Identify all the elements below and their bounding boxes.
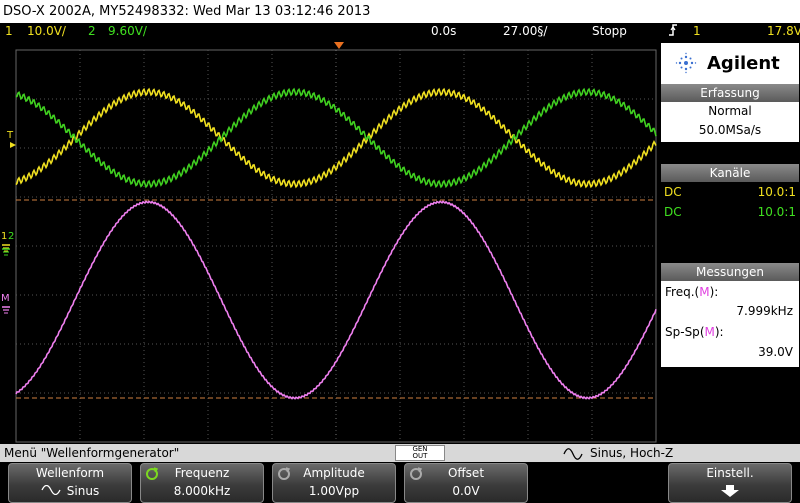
trigger-level-marker[interactable]: T xyxy=(7,130,13,141)
info-panel: Agilent Erfassung Normal 50.0MSa/s Kanäl… xyxy=(660,40,800,444)
arrow-down-icon xyxy=(720,485,740,501)
gen-status: Sinus, Hoch-Z xyxy=(590,446,674,460)
softkey-settings[interactable]: Einstell. xyxy=(668,463,792,503)
window-title: DSO-X 2002A, MY52498332: Wed Mar 13 03:1… xyxy=(3,4,371,19)
softkey-amplitude[interactable]: Amplitude 1.00Vpp xyxy=(272,463,396,503)
trigger-position-marker[interactable] xyxy=(334,42,344,49)
gen-out-indicator[interactable]: GEN OUT xyxy=(395,445,445,461)
ch1-scale[interactable]: 10.0V/ xyxy=(27,23,66,40)
graticule xyxy=(15,49,657,443)
trigger-source[interactable]: 1 xyxy=(693,23,701,40)
meas-freq-value: 7.999kHz xyxy=(736,304,793,318)
ch2-ground-icon xyxy=(2,248,10,256)
sine-wave-icon xyxy=(41,484,61,499)
softkey-frequency[interactable]: Frequenz 8.000kHz xyxy=(140,463,264,503)
ch1-number[interactable]: 1 xyxy=(5,23,13,40)
acquisition-mode: Normal xyxy=(708,104,752,118)
ch1-probe: 10.0:1 xyxy=(757,185,796,199)
meas-pkpk-label: Sp-Sp(M): xyxy=(665,325,724,339)
softkey-waveform[interactable]: Wellenform Sinus xyxy=(8,463,132,503)
status-row: 1 10.0V/ 2 9.60V/ 0.0s 27.00§/ Stopp 1 1… xyxy=(0,23,800,40)
run-state[interactable]: Stopp xyxy=(592,23,627,40)
channels-box[interactable]: DC 10.0:1 DC 10.0:1 xyxy=(661,182,799,222)
agilent-spark-icon xyxy=(675,52,697,78)
ch2-number[interactable]: 2 xyxy=(88,23,96,40)
acquisition-box[interactable]: Normal 50.0MSa/s xyxy=(661,102,799,142)
math-ground-icon xyxy=(2,306,10,314)
ch1-ground-marker[interactable]: 1 xyxy=(1,231,7,242)
brand-box: Agilent xyxy=(661,43,799,85)
ch2-ground-marker[interactable]: 2 xyxy=(8,231,14,242)
channels-header: Kanäle xyxy=(661,164,799,182)
traces xyxy=(2,87,657,400)
sample-rate: 50.0MSa/s xyxy=(698,123,762,137)
meas-pkpk-value: 39.0V xyxy=(758,345,793,359)
ch1-ground-icon xyxy=(2,244,10,252)
time-delay[interactable]: 0.0s xyxy=(431,23,456,40)
ch2-probe: 10.0:1 xyxy=(757,205,796,219)
brand-logo: Agilent xyxy=(707,53,780,74)
menu-bar: Menü "Wellenformgenerator" GEN OUT Sinus… xyxy=(0,444,800,462)
waveform-display[interactable]: T 1 2 M xyxy=(0,40,660,444)
ch2-scale[interactable]: 9.60V/ xyxy=(108,23,147,40)
softkey-offset[interactable]: Offset 0.0V xyxy=(404,463,528,503)
math-ground-marker[interactable]: M xyxy=(1,293,10,304)
measurements-header: Messungen xyxy=(661,263,799,281)
ch1-coupling: DC xyxy=(664,185,682,199)
meas-freq-label: Freq.(M): xyxy=(665,285,719,299)
measurements-box[interactable]: Freq.(M): 7.999kHz Sp-Sp(M): 39.0V xyxy=(661,281,799,367)
softkey-bar: Wellenform Sinus Frequenz 8.000kHz Ampli… xyxy=(0,462,800,503)
window-title-bar: DSO-X 2002A, MY52498332: Wed Mar 13 03:1… xyxy=(0,0,800,23)
trigger-level-arrow[interactable] xyxy=(10,142,16,148)
time-scale[interactable]: 27.00§/ xyxy=(503,23,547,40)
ch2-coupling: DC xyxy=(664,205,682,219)
trigger-level[interactable]: 17.8V xyxy=(767,23,800,40)
acquisition-header: Erfassung xyxy=(661,84,799,102)
menu-title: Menü "Wellenformgenerator" xyxy=(4,446,180,460)
